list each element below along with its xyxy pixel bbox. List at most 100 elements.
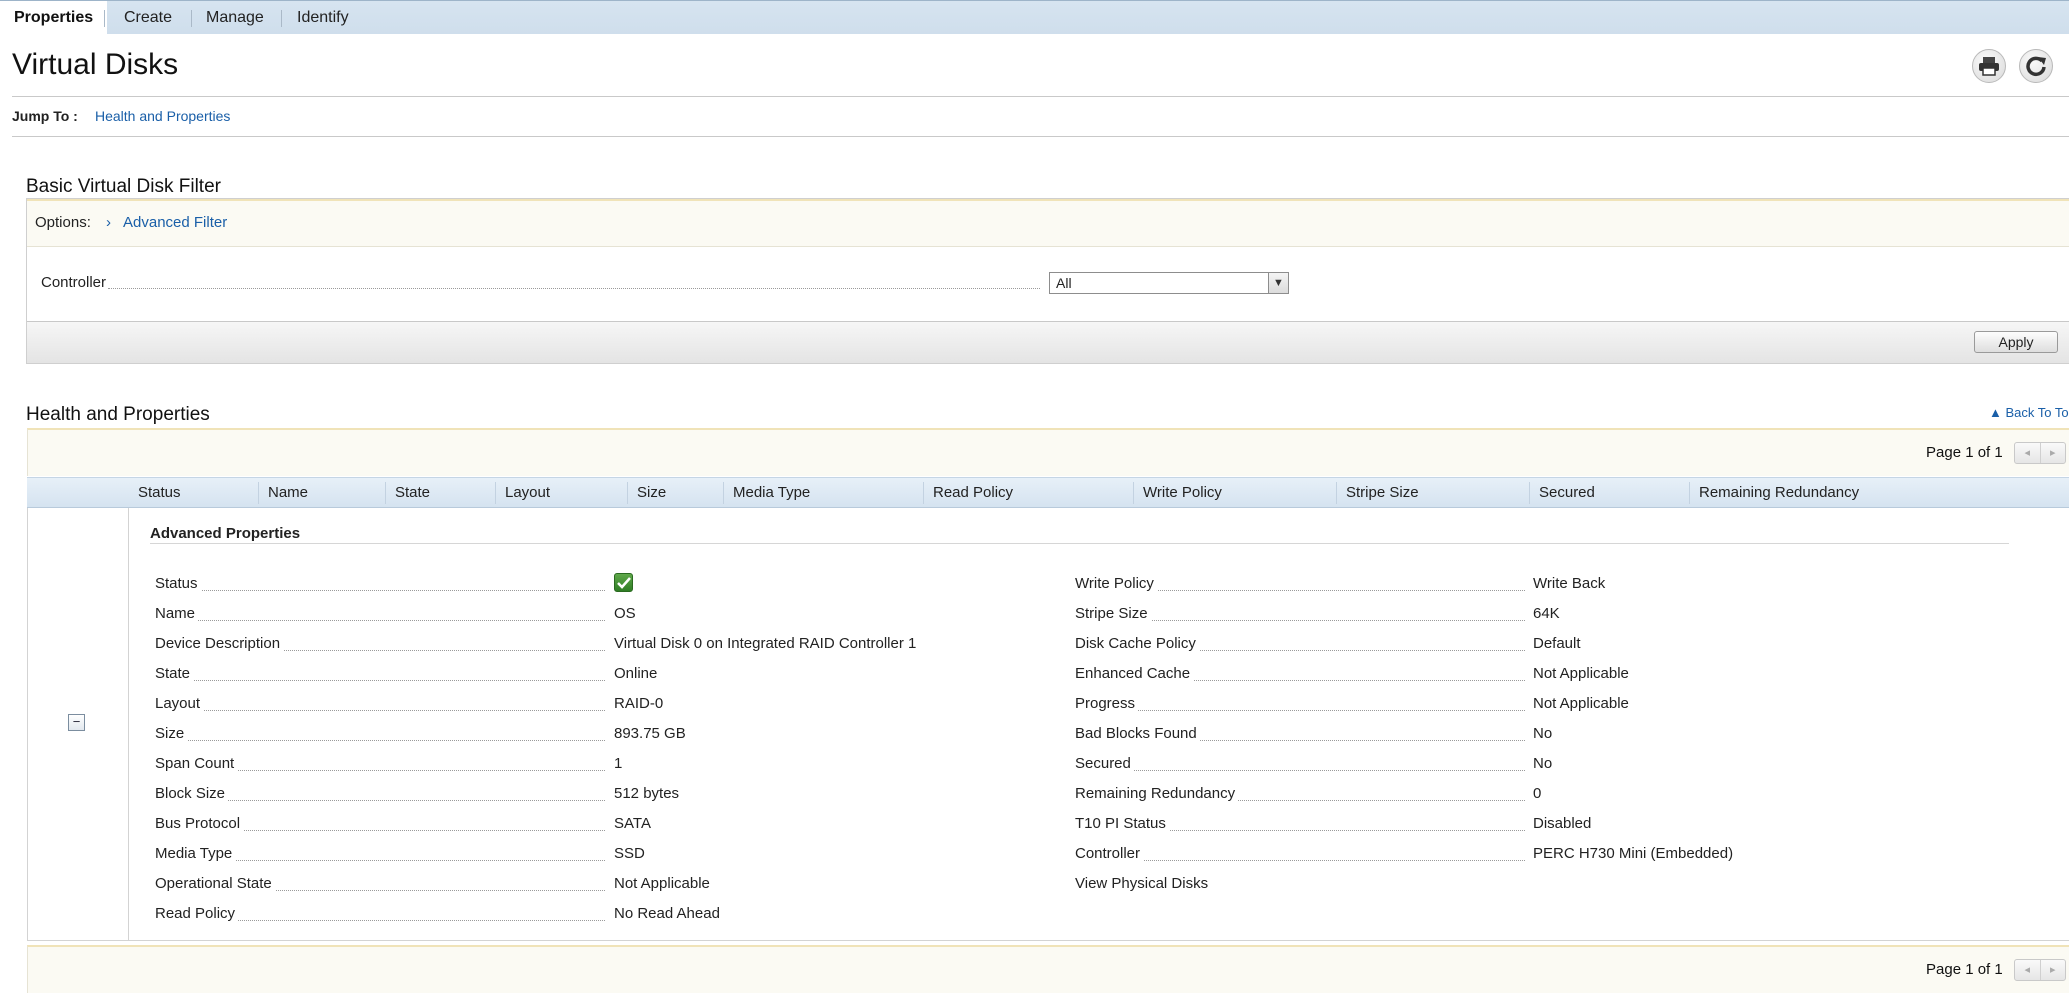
refresh-icon: [2026, 56, 2046, 77]
prev-page-icon[interactable]: ◂: [2015, 443, 2040, 463]
pager-buttons-bottom[interactable]: ◂ ▸: [2014, 959, 2066, 981]
tab-properties[interactable]: Properties: [0, 1, 108, 35]
property-value: OS: [614, 605, 636, 622]
back-to-top-link[interactable]: ▲ Back To To: [1989, 405, 2069, 420]
property-value: Not Applicable: [1533, 695, 1629, 712]
tab-manage[interactable]: Manage: [192, 1, 278, 35]
title-divider: [12, 96, 2069, 97]
health-section-title: Health and Properties: [26, 404, 210, 425]
property-value: No: [1533, 725, 1553, 742]
table-header: Status Name State Layout Size Media Type…: [27, 477, 2069, 508]
property-label: Span Count: [155, 755, 238, 772]
leader-dots: [1075, 710, 1525, 711]
triangle-up-icon: ▲: [1989, 405, 2006, 420]
property-value: No Read Ahead: [614, 905, 720, 922]
chevron-down-icon: ▼: [1268, 273, 1288, 293]
property-value: Disabled: [1533, 815, 1592, 832]
col-stripe-size[interactable]: Stripe Size: [1336, 478, 1419, 508]
check-icon: [616, 576, 631, 589]
property-label: Read Policy: [155, 905, 239, 922]
pager-buttons-top[interactable]: ◂ ▸: [2014, 442, 2066, 464]
property-label: Secured: [1075, 755, 1134, 772]
col-media-type[interactable]: Media Type: [723, 478, 810, 508]
controller-link[interactable]: PERC H730 Mini (Embedded): [1533, 845, 1733, 862]
page-indicator-bottom: Page 1 of 1: [1926, 961, 2003, 978]
property-value: 893.75 GB: [614, 725, 686, 742]
property-label: Media Type: [155, 845, 236, 862]
property-label: Operational State: [155, 875, 275, 892]
property-value: SSD: [614, 845, 645, 862]
leader-dots: [155, 680, 605, 681]
property-value: RAID-0: [614, 695, 664, 712]
leader-dots: [155, 590, 605, 591]
jump-to-health-link[interactable]: Health and Properties: [95, 108, 230, 124]
property-value: 512 bytes: [614, 785, 680, 802]
property-label: State: [155, 665, 194, 682]
table-bottom-line: [27, 940, 2069, 941]
controller-select[interactable]: All ▼: [1049, 272, 1289, 294]
pager-bar-top: [27, 428, 2069, 476]
leader-dots: [155, 740, 605, 741]
property-label: Size: [155, 725, 188, 742]
pager-bar-bottom: [27, 945, 2069, 993]
collapse-row-button[interactable]: −: [68, 714, 85, 731]
col-status[interactable]: Status: [128, 478, 181, 508]
property-label: Stripe Size: [1075, 605, 1151, 622]
property-label: Controller: [1075, 845, 1144, 862]
options-label: Options:: [35, 214, 91, 231]
back-to-top-label: Back To To: [2005, 405, 2069, 420]
property-label: Write Policy: [1075, 575, 1157, 592]
col-write-policy[interactable]: Write Policy: [1133, 478, 1222, 508]
leader-dots: [155, 620, 605, 621]
leader-dots: [1075, 770, 1525, 771]
printer-icon: [1979, 57, 1999, 76]
controller-select-value: All: [1056, 275, 1072, 291]
advanced-properties-title: Advanced Properties: [150, 525, 301, 542]
filter-options-bar: [27, 199, 2069, 247]
property-value: Virtual Disk 0 on Integrated RAID Contro…: [614, 635, 917, 652]
prev-page-icon[interactable]: ◂: [2015, 960, 2040, 980]
property-label: Bus Protocol: [155, 815, 244, 832]
property-label: Remaining Redundancy: [1075, 785, 1239, 802]
refresh-button[interactable]: [2019, 49, 2053, 83]
chevron-right-icon: ›: [106, 214, 111, 231]
col-size[interactable]: Size: [627, 478, 666, 508]
jump-to-label: Jump To :: [12, 108, 78, 124]
filter-section-title: Basic Virtual Disk Filter: [26, 176, 221, 197]
property-value: Not Applicable: [1533, 665, 1629, 682]
col-name[interactable]: Name: [258, 478, 308, 508]
tab-separator: [104, 10, 105, 27]
status-ok-badge: [614, 573, 633, 592]
apply-button[interactable]: Apply: [1974, 331, 2058, 353]
tab-identify[interactable]: Identify: [283, 1, 363, 35]
controller-filter-label: Controller: [41, 274, 109, 291]
property-label: Enhanced Cache: [1075, 665, 1194, 682]
col-state[interactable]: State: [385, 478, 430, 508]
property-label: Progress: [1075, 695, 1139, 712]
property-value: 0: [1533, 785, 1542, 802]
property-value: Default: [1533, 635, 1581, 652]
minus-icon: −: [72, 714, 81, 729]
property-value: 1: [614, 755, 623, 772]
next-page-icon[interactable]: ▸: [2039, 443, 2066, 463]
property-label: Status: [155, 575, 201, 592]
property-label: Block Size: [155, 785, 229, 802]
col-secured[interactable]: Secured: [1529, 478, 1595, 508]
property-label: T10 PI Status: [1075, 815, 1169, 832]
col-read-policy[interactable]: Read Policy: [923, 478, 1013, 508]
view-physical-disks-link[interactable]: View Physical Disks: [1075, 875, 1208, 892]
property-value: 64K: [1533, 605, 1560, 622]
property-label: Layout: [155, 695, 204, 712]
col-layout[interactable]: Layout: [495, 478, 550, 508]
property-value: No: [1533, 755, 1553, 772]
page-title: Virtual Disks: [12, 48, 179, 81]
leader-dots: [155, 710, 605, 711]
advanced-filter-link[interactable]: Advanced Filter: [123, 214, 227, 231]
property-value: SATA: [614, 815, 651, 832]
property-label: Device Description: [155, 635, 284, 652]
col-remaining-redundancy[interactable]: Remaining Redundancy: [1689, 478, 1859, 508]
next-page-icon[interactable]: ▸: [2039, 960, 2066, 980]
tab-create[interactable]: Create: [110, 1, 186, 35]
print-button[interactable]: [1972, 49, 2006, 83]
property-value: Not Applicable: [614, 875, 710, 892]
